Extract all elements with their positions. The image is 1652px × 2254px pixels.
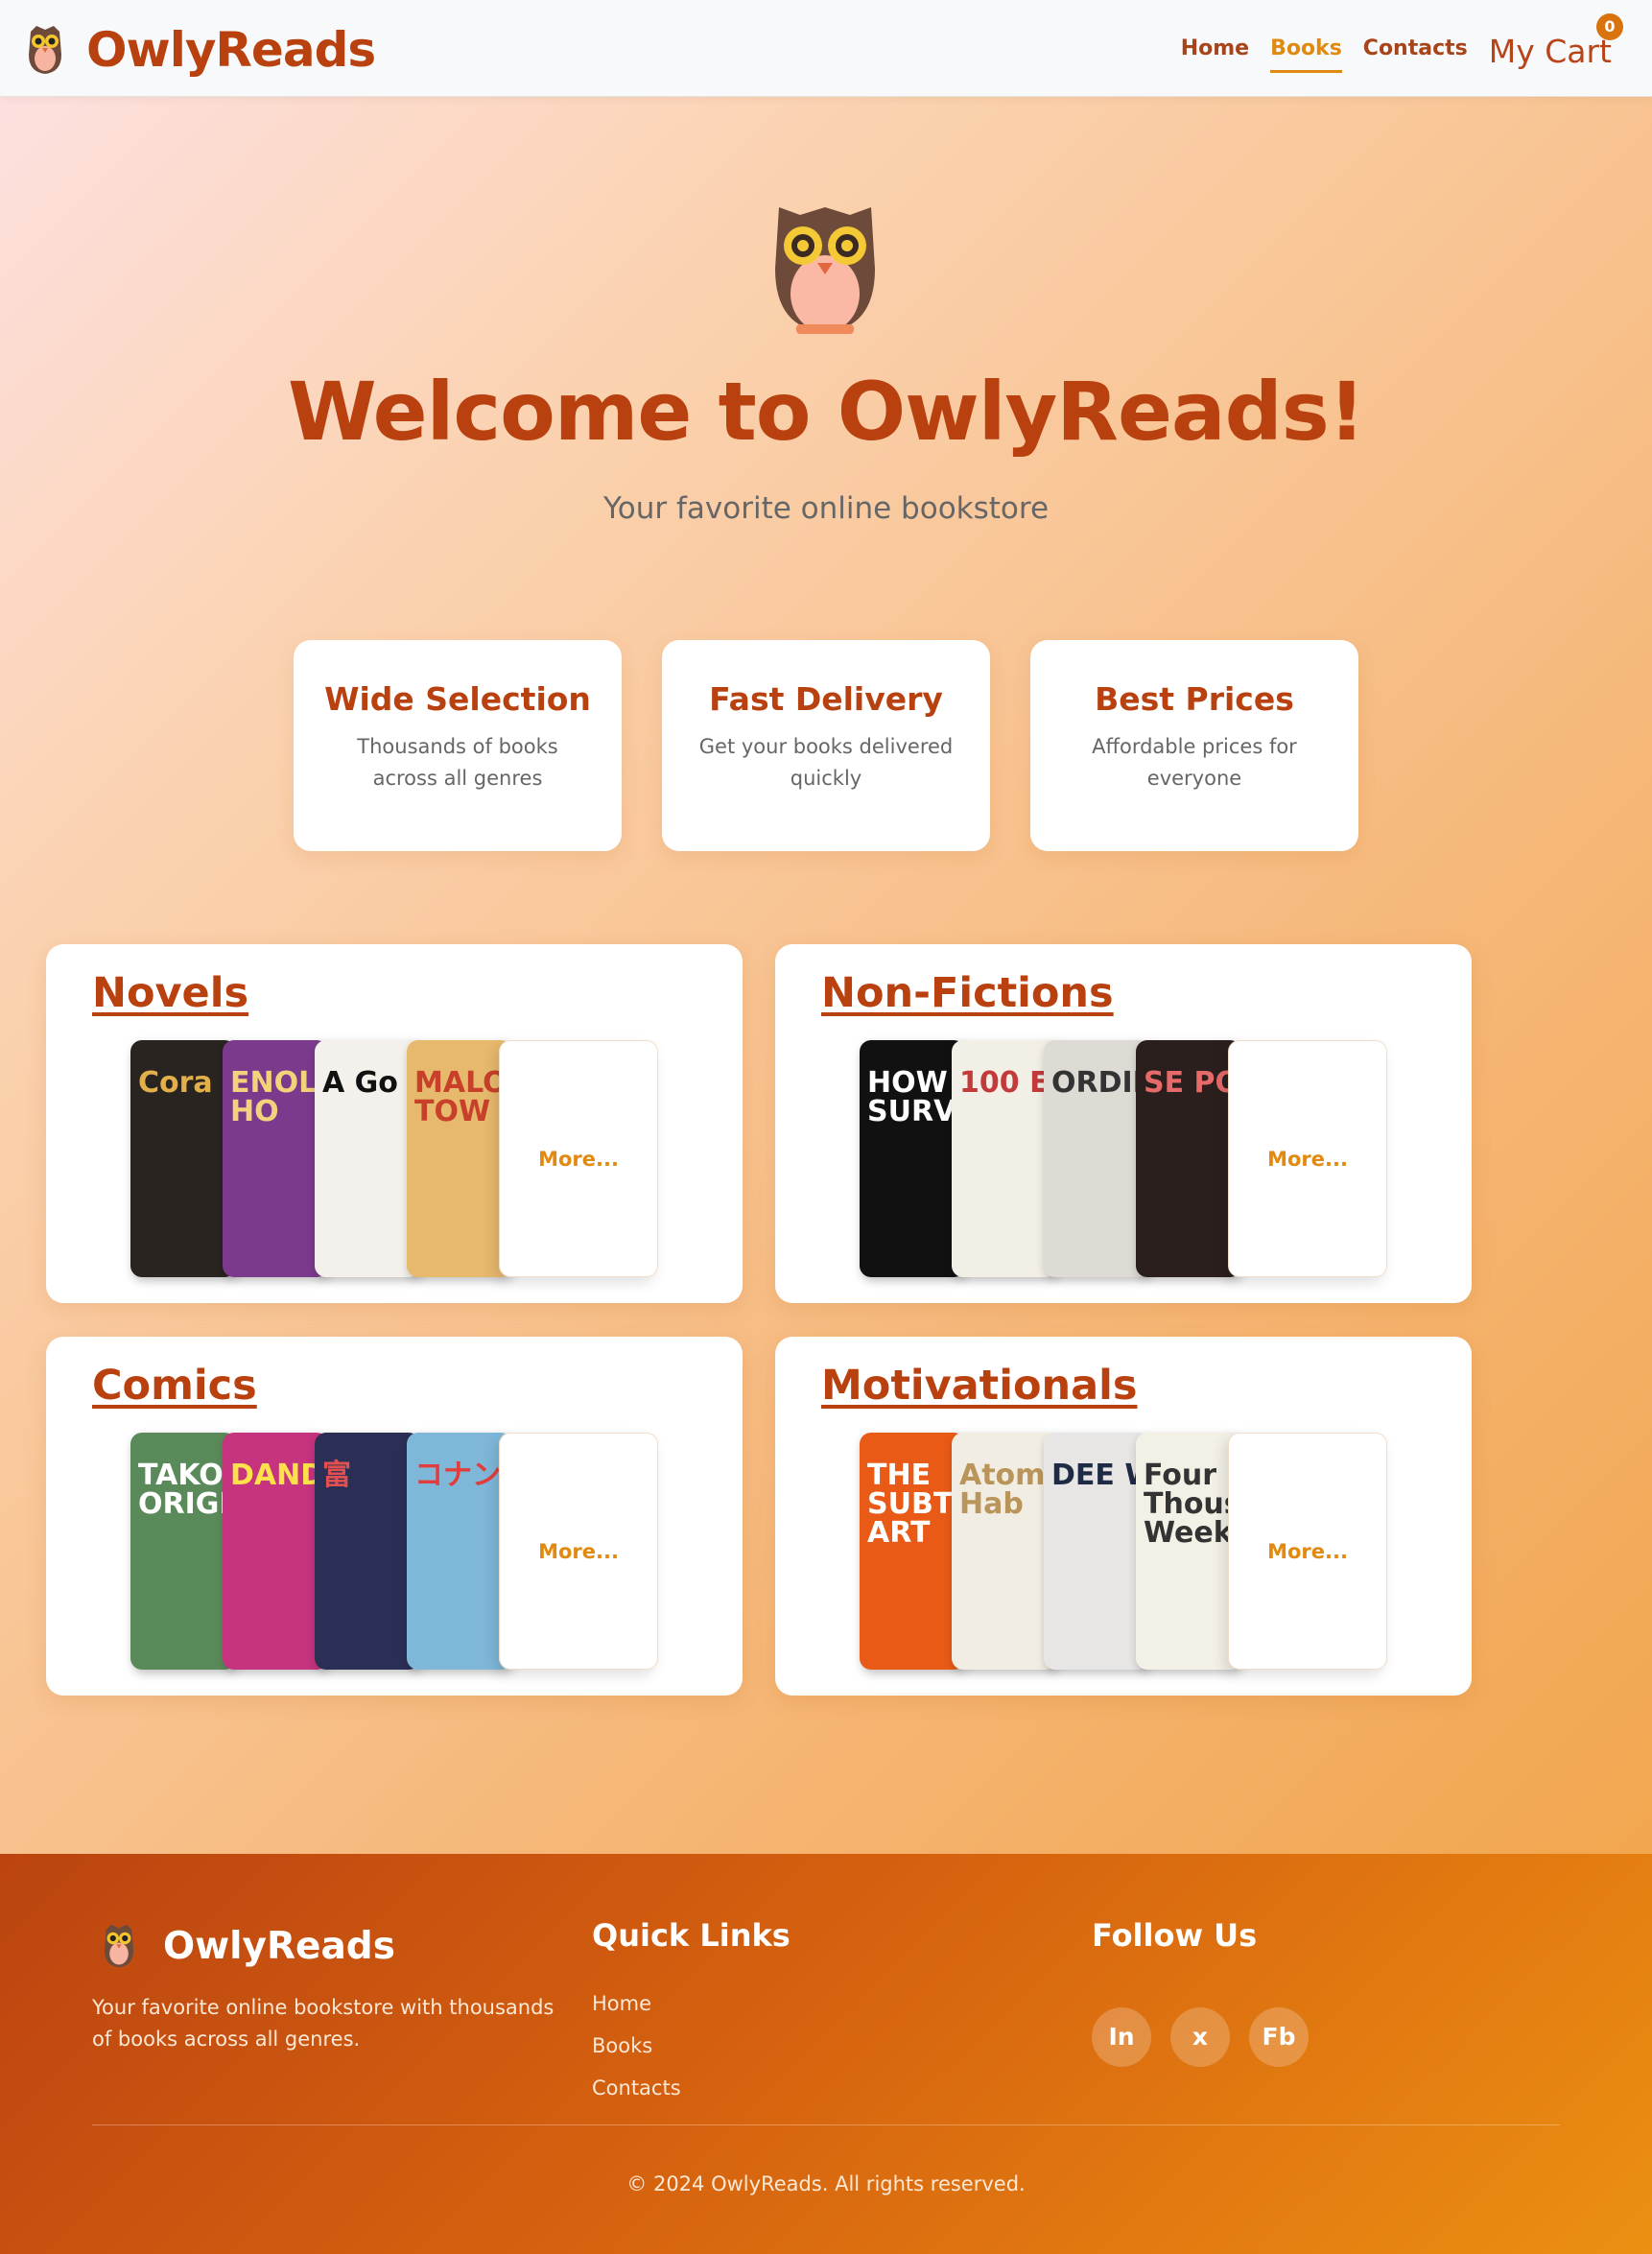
- book-cover[interactable]: Four Thousand Weeks: [1136, 1433, 1241, 1670]
- feature-title: Wide Selection: [324, 680, 591, 718]
- feature-card-fast-delivery: Fast Delivery Get your books delivered q…: [662, 640, 990, 851]
- category-card-motivationals: Motivationals THE SUBT ART Atom Hab DEE …: [775, 1337, 1472, 1696]
- book-stack: TAKO ORIGINA DANDA 富 コナン More...: [130, 1433, 658, 1670]
- footer: OwlyReads Your favorite online bookstore…: [0, 1854, 1652, 2254]
- category-title-non-fictions[interactable]: Non-Fictions: [821, 969, 1114, 1017]
- footer-brand: OwlyReads: [100, 1923, 395, 1969]
- more-button[interactable]: More...: [1228, 1040, 1387, 1277]
- main-nav: Home Books Contacts My Cart 0: [1160, 13, 1623, 77]
- book-cover[interactable]: DANDA: [223, 1433, 328, 1670]
- book-cover[interactable]: TAKO ORIGINA: [130, 1433, 236, 1670]
- nav-contacts[interactable]: Contacts: [1363, 29, 1468, 70]
- category-card-non-fictions: Non-Fictions HOW SURV 100 Es ORDINARY SE…: [775, 944, 1472, 1303]
- nav-home[interactable]: Home: [1181, 29, 1249, 70]
- book-cover-title: DANDA: [230, 1459, 328, 1492]
- footer-description: Your favorite online bookstore with thou…: [92, 1996, 555, 2051]
- footer-brand-name: OwlyReads: [163, 1924, 395, 1968]
- book-cover[interactable]: MALO TOW: [407, 1040, 512, 1277]
- owl-logo-icon: [104, 1924, 134, 1968]
- footer-link-home[interactable]: Home: [592, 1982, 681, 2025]
- book-stack: THE SUBT ART Atom Hab DEE WO Four Thousa…: [860, 1433, 1387, 1670]
- follow-us-title: Follow Us: [1092, 1917, 1258, 1954]
- category-title-novels[interactable]: Novels: [92, 969, 248, 1017]
- feature-card-wide-selection: Wide Selection Thousands of books across…: [294, 640, 622, 851]
- category-title-motivationals[interactable]: Motivationals: [821, 1362, 1137, 1410]
- book-cover[interactable]: A Go Girl: [315, 1040, 420, 1277]
- book-stack: Cora ENOLA HO A Go Girl MALO TOW More...: [130, 1040, 658, 1277]
- book-cover-title: TAKO ORIGINA: [138, 1459, 236, 1521]
- footer-link-contacts[interactable]: Contacts: [592, 2067, 681, 2109]
- cart-link[interactable]: My Cart 0: [1488, 13, 1623, 75]
- book-cover[interactable]: コナン: [407, 1433, 512, 1670]
- book-cover[interactable]: THE SUBT ART: [860, 1433, 965, 1670]
- book-cover[interactable]: 富: [315, 1433, 420, 1670]
- cart-count-badge: 0: [1596, 13, 1623, 40]
- quick-links-title: Quick Links: [592, 1917, 791, 1954]
- footer-link-books[interactable]: Books: [592, 2025, 681, 2067]
- footer-divider: [92, 2124, 1560, 2125]
- book-cover[interactable]: ORDINARY: [1044, 1040, 1149, 1277]
- more-button[interactable]: More...: [499, 1040, 658, 1277]
- copyright: © 2024 OwlyReads. All rights reserved.: [626, 2172, 1026, 2195]
- book-cover-title: Cora: [138, 1066, 213, 1100]
- book-cover-title: ORDINARY: [1051, 1066, 1149, 1100]
- feature-text: Get your books delivered quickly: [698, 735, 954, 790]
- book-cover-title: 100 Es: [959, 1066, 1057, 1100]
- book-cover-title: MALO TOW: [414, 1066, 507, 1128]
- book-cover-title: A Go Girl: [322, 1066, 420, 1100]
- brand-name: OwlyReads: [86, 22, 376, 78]
- book-cover[interactable]: Cora: [130, 1040, 236, 1277]
- feature-text: Thousands of books across all genres: [357, 735, 558, 790]
- book-cover[interactable]: 100 Es: [952, 1040, 1057, 1277]
- book-cover-title: Four Thousand Weeks: [1144, 1459, 1241, 1550]
- book-cover-title: Atom Hab: [959, 1459, 1046, 1521]
- x-button[interactable]: x: [1170, 2007, 1230, 2067]
- owl-mascot-icon: [775, 207, 875, 334]
- book-cover[interactable]: ENOLA HO: [223, 1040, 328, 1277]
- nav-books[interactable]: Books: [1270, 29, 1342, 73]
- feature-title: Best Prices: [1095, 680, 1294, 718]
- book-cover-title: THE SUBT ART: [867, 1459, 954, 1550]
- page: OwlyReads Home Books Contacts My Cart 0 …: [0, 0, 1652, 2254]
- book-cover[interactable]: SE POW: [1136, 1040, 1241, 1277]
- header: OwlyReads Home Books Contacts My Cart 0: [0, 0, 1652, 97]
- book-cover[interactable]: Atom Hab: [952, 1433, 1057, 1670]
- hero-subtitle: Your favorite online bookstore: [602, 491, 1050, 526]
- category-card-novels: Novels Cora ENOLA HO A Go Girl MALO TOW …: [46, 944, 743, 1303]
- hero-title: Welcome to OwlyReads!: [287, 365, 1365, 459]
- brand[interactable]: OwlyReads: [25, 21, 376, 79]
- more-button[interactable]: More...: [1228, 1433, 1387, 1670]
- owl-logo-icon: [29, 26, 61, 74]
- book-cover-title: コナン: [414, 1459, 501, 1492]
- quick-links: Home Books Contacts: [592, 1982, 681, 2109]
- book-cover-title: DEE WO: [1051, 1459, 1149, 1492]
- facebook-button[interactable]: Fb: [1249, 2007, 1309, 2067]
- book-cover[interactable]: DEE WO: [1044, 1433, 1149, 1670]
- book-cover-title: SE POW: [1144, 1066, 1241, 1100]
- cart-label: My Cart: [1488, 33, 1612, 70]
- feature-text: Affordable prices for everyone: [1092, 735, 1297, 790]
- linkedin-button[interactable]: In: [1092, 2007, 1151, 2067]
- feature-title: Fast Delivery: [709, 680, 943, 718]
- category-title-comics[interactable]: Comics: [92, 1362, 257, 1410]
- book-cover-title: HOW SURV: [867, 1066, 956, 1128]
- more-button[interactable]: More...: [499, 1433, 658, 1670]
- book-cover-title: 富: [322, 1459, 351, 1492]
- book-stack: HOW SURV 100 Es ORDINARY SE POW More...: [860, 1040, 1387, 1277]
- feature-card-best-prices: Best Prices Affordable prices for everyo…: [1030, 640, 1358, 851]
- book-cover-title: ENOLA HO: [230, 1066, 328, 1128]
- category-card-comics: Comics TAKO ORIGINA DANDA 富 コナン More...: [46, 1337, 743, 1696]
- book-cover[interactable]: HOW SURV: [860, 1040, 965, 1277]
